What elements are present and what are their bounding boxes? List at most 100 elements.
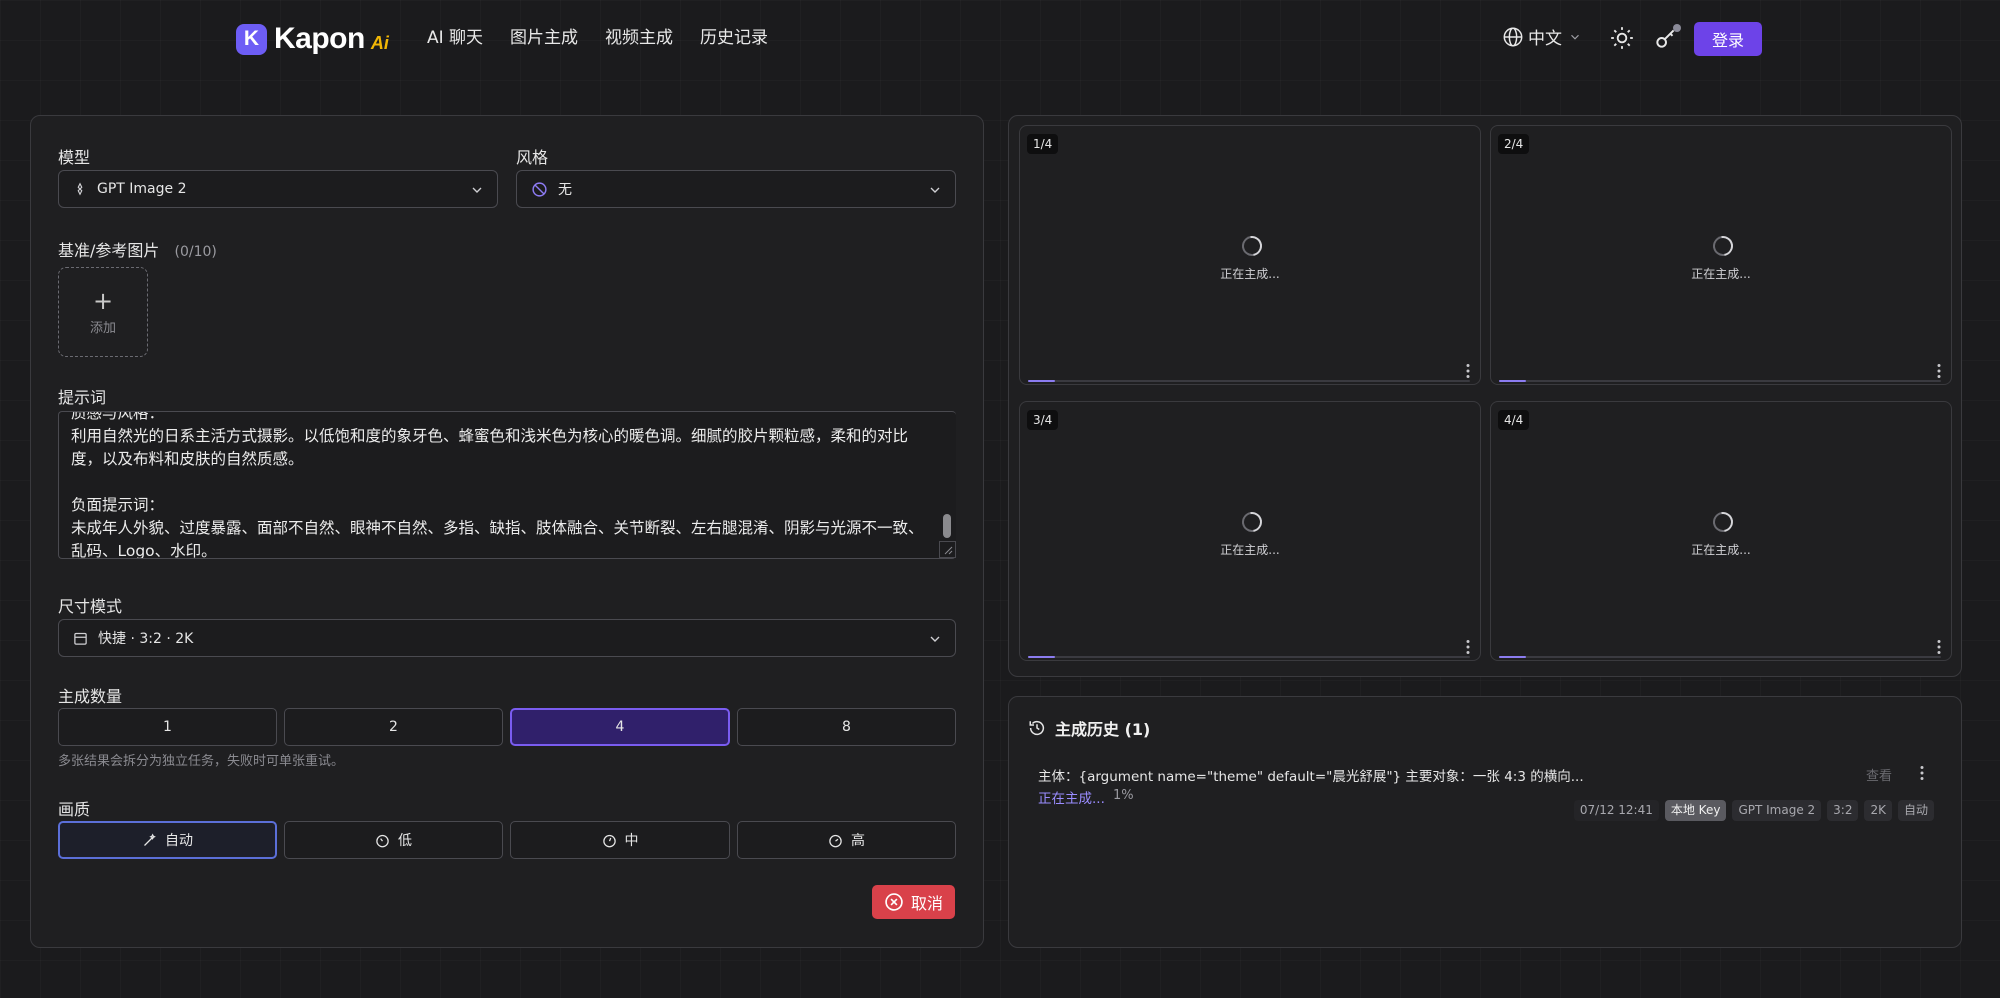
nav-item-video-gen[interactable]: 视频主成 — [605, 24, 673, 52]
tile-progress-fill — [1028, 380, 1055, 382]
reference-label: 基准/参考图片 (0/10) — [58, 237, 217, 261]
more-vertical-icon[interactable] — [1936, 639, 1942, 655]
cancel-label: 取消 — [910, 894, 943, 913]
gauge-icon — [376, 834, 389, 847]
result-tile[interactable]: 3/4 正在主成... — [1019, 401, 1481, 661]
tile-progress-fill — [1028, 656, 1055, 658]
main-nav: AI 聊天 图片主成 视频主成 历史记录 — [427, 24, 795, 52]
gauge-icon — [829, 834, 842, 847]
top-header: K Kapon Ai AI 聊天 图片主成 视频主成 历史记录 中文 登录 — [0, 0, 2000, 78]
history-item-percent: 1% — [1113, 788, 1134, 803]
tile-progress-fill — [1499, 656, 1526, 658]
tag-ratio: 3:2 — [1827, 800, 1859, 821]
tag-key-source: 本地 Key — [1664, 800, 1727, 821]
size-mode-value: 快捷 · 3:2 · 2K — [98, 631, 194, 647]
tile-status: 正在主成... — [1691, 267, 1751, 281]
style-label: 风格 — [516, 148, 549, 167]
result-tile[interactable]: 2/4 正在主成... — [1490, 125, 1952, 385]
notification-dot-icon — [1673, 24, 1681, 32]
history-view-button[interactable]: 查看 — [1866, 765, 1892, 784]
tag-model: GPT Image 2 — [1732, 800, 1822, 821]
logo-ai-text: Ai — [370, 32, 389, 53]
resize-handle-icon[interactable] — [939, 541, 956, 558]
tile-index-badge: 3/4 — [1027, 410, 1059, 430]
nav-item-ai-chat[interactable]: AI 聊天 — [427, 24, 483, 52]
tile-progress-track — [1028, 656, 1470, 658]
loading-spinner-icon — [1238, 232, 1266, 260]
quality-label: 画质 — [58, 800, 91, 819]
quality-option-medium[interactable]: 中 — [510, 821, 730, 859]
logo-mark-icon: K — [236, 23, 267, 55]
loading-spinner-icon — [1709, 508, 1737, 536]
tile-progress-track — [1499, 380, 1941, 382]
logo[interactable]: K Kapon Ai — [236, 21, 389, 57]
prompt-textarea[interactable]: 质感与风格： 利用自然光的日系主活方式摄影。以低饱和度的象牙色、蜂蜜色和浅米色为… — [58, 411, 956, 559]
magic-wand-icon — [144, 832, 156, 846]
result-tile[interactable]: 1/4 正在主成... — [1019, 125, 1481, 385]
reference-count: (0/10) — [174, 244, 217, 260]
style-select[interactable]: 无 — [516, 170, 956, 208]
style-value: 无 — [558, 182, 572, 198]
size-mode-select[interactable]: 快捷 · 3:2 · 2K — [58, 619, 956, 657]
tile-status: 正在主成... — [1691, 543, 1751, 557]
quality-auto-label: 自动 — [165, 833, 193, 849]
tag-timestamp: 07/12 12:41 — [1573, 800, 1659, 821]
model-label: 模型 — [58, 148, 91, 167]
history-icon — [1029, 720, 1045, 736]
tile-index-badge: 2/4 — [1498, 134, 1530, 154]
ban-icon — [532, 181, 547, 197]
more-vertical-icon[interactable] — [1919, 765, 1925, 781]
quality-option-low[interactable]: 低 — [284, 821, 503, 859]
nav-item-image-gen[interactable]: 图片主成 — [510, 24, 578, 52]
tile-status: 正在主成... — [1220, 543, 1280, 557]
count-option-2[interactable]: 2 — [284, 708, 503, 746]
prompt-scrollbar[interactable] — [943, 514, 951, 538]
nav-item-history[interactable]: 历史记录 — [700, 24, 768, 52]
loading-spinner-icon — [1238, 508, 1266, 536]
quality-low-label: 低 — [398, 833, 412, 849]
more-vertical-icon[interactable] — [1936, 363, 1942, 379]
chevron-down-icon — [472, 187, 482, 193]
login-button[interactable]: 登录 — [1694, 22, 1762, 56]
add-reference-button[interactable]: + 添加 — [58, 267, 148, 357]
tile-progress-track — [1499, 656, 1941, 658]
count-option-8[interactable]: 8 — [737, 708, 956, 746]
add-label: 添加 — [89, 320, 116, 336]
loading-spinner-icon — [1709, 232, 1737, 260]
result-tile[interactable]: 4/4 正在主成... — [1490, 401, 1952, 661]
tile-status: 正在主成... — [1220, 267, 1280, 281]
cancel-button[interactable]: 取消 — [872, 885, 955, 919]
history-item-prompt[interactable]: 主体：{argument name="theme" default="晨光舒展"… — [1038, 765, 1584, 785]
calendar-icon — [74, 632, 87, 645]
globe-icon — [1503, 27, 1523, 46]
model-select[interactable]: GPT Image 2 — [58, 170, 498, 208]
quality-option-high[interactable]: 高 — [737, 821, 956, 859]
chevron-down-icon — [930, 636, 940, 642]
language-label: 中文 — [1528, 29, 1562, 49]
logo-text: Kapon — [274, 22, 365, 55]
count-hint: 多张结果会拆分为独立任务，失败时可单张重试。 — [58, 754, 345, 769]
history-title: 主成历史 (1) — [1028, 716, 1150, 740]
count-option-1[interactable]: 1 — [58, 708, 277, 746]
tile-progress-fill — [1499, 380, 1526, 382]
gauge-icon — [602, 834, 616, 847]
resize-grip-icon — [944, 546, 953, 555]
tile-index-badge: 4/4 — [1498, 410, 1530, 430]
tile-progress-track — [1028, 380, 1470, 382]
reference-label-text: 基准/参考图片 — [58, 241, 160, 260]
history-item-status: 正在主成... — [1038, 791, 1105, 807]
tile-index-badge: 1/4 — [1027, 134, 1059, 154]
size-mode-label: 尺寸模式 — [58, 597, 123, 616]
history-item-tags: 07/12 12:41 本地 Key GPT Image 2 3:2 2K 自动 — [1573, 800, 1934, 821]
quality-high-label: 高 — [851, 833, 865, 849]
sun-icon[interactable] — [1609, 25, 1635, 51]
more-vertical-icon[interactable] — [1465, 639, 1471, 655]
quality-option-auto[interactable]: 自动 — [58, 821, 277, 859]
language-switcher[interactable]: 中文 — [1502, 24, 1586, 49]
more-vertical-icon[interactable] — [1465, 363, 1471, 379]
tag-quality: 自动 — [1897, 800, 1934, 821]
close-circle-icon — [885, 893, 903, 911]
plus-icon: + — [92, 286, 114, 315]
count-label: 主成数量 — [58, 687, 123, 706]
count-option-4[interactable]: 4 — [510, 708, 730, 746]
